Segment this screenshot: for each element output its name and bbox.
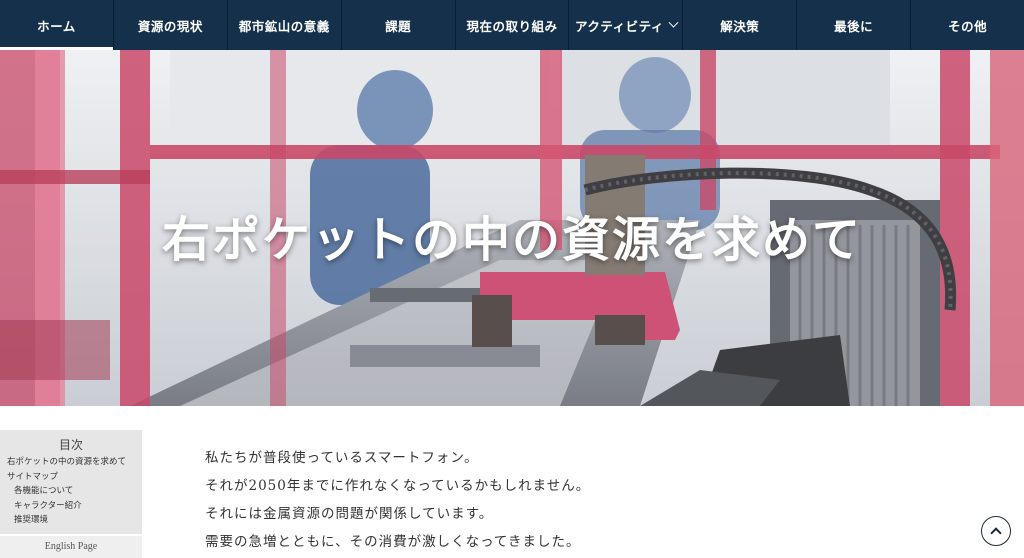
- nav-home-label: ホーム: [37, 19, 76, 34]
- nav-home[interactable]: ホーム: [0, 0, 114, 50]
- hero-title: 右ポケットの中の資源を求めて: [161, 212, 862, 268]
- nav-urban-mine-label: 都市鉱山の意義: [238, 18, 330, 34]
- nav-resource-status[interactable]: 資源の現状: [114, 0, 228, 50]
- nav-current-efforts-label: 現在の取り組み: [466, 18, 558, 34]
- nav-activity[interactable]: アクティビティ: [569, 0, 684, 50]
- nav-other-label: その他: [948, 18, 988, 34]
- toc-link-environment[interactable]: 推奨環境: [0, 513, 142, 528]
- toc-link-characters[interactable]: キャラクター紹介: [0, 499, 142, 514]
- nav-finally[interactable]: 最後に: [797, 0, 912, 50]
- nav-solutions[interactable]: 解決策: [683, 0, 798, 50]
- nav-issues[interactable]: 課題: [342, 0, 456, 50]
- chevron-down-icon: [668, 17, 679, 28]
- toc-heading: 目次: [58, 438, 83, 452]
- nav-other[interactable]: その他: [911, 0, 1024, 50]
- paragraph: それには金属資源の問題が関係しています。: [205, 506, 494, 522]
- table-of-contents: 目次 右ポケットの中の資源を求めて サイトマップ 各機能について キャラクター紹…: [0, 430, 142, 534]
- nav-solutions-label: 解決策: [720, 18, 760, 34]
- nav-resource-status-label: 資源の現状: [137, 18, 203, 34]
- nav-activity-label: アクティビティ: [574, 18, 664, 34]
- nav-issues-label: 課題: [385, 18, 412, 34]
- paragraph: それが2050年までに作れなくなっているかもしれません。: [205, 478, 591, 494]
- nav-finally-label: 最後に: [834, 18, 874, 34]
- back-to-top-button[interactable]: [981, 516, 1011, 546]
- nav-urban-mine-significance[interactable]: 都市鉱山の意義: [228, 0, 342, 50]
- top-navigation: ホーム 資源の現状 都市鉱山の意義 課題 現在の取り組み アクティビティ 解決策…: [0, 0, 1024, 50]
- english-page-link[interactable]: English Page: [0, 536, 142, 558]
- nav-current-efforts[interactable]: 現在の取り組み: [456, 0, 570, 50]
- intro-text: 私たちが普段使っているスマートフォン。 それが2050年までに作れなくなっている…: [205, 444, 905, 556]
- hero-banner: 右ポケットの中の資源を求めて: [0, 50, 1024, 406]
- toc-link-title[interactable]: 右ポケットの中の資源を求めて: [0, 455, 142, 470]
- paragraph: 需要の急増とともに、その消費が激しくなってきました。: [205, 534, 581, 550]
- toc-link-features[interactable]: 各機能について: [0, 484, 142, 499]
- paragraph: 私たちが普段使っているスマートフォン。: [205, 450, 479, 466]
- chevron-up-icon: [990, 527, 1002, 539]
- toc-link-sitemap[interactable]: サイトマップ: [0, 470, 142, 485]
